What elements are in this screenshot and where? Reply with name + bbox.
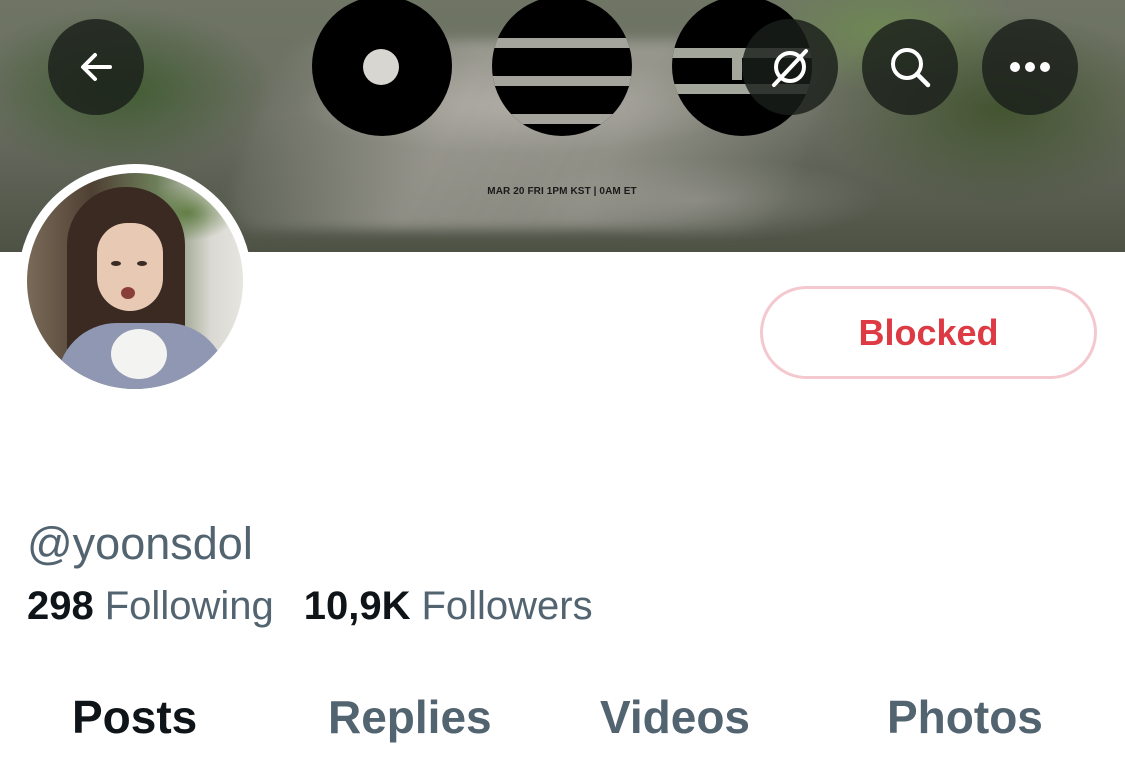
- back-button[interactable]: [48, 19, 144, 115]
- banner-logo-stripe: [732, 58, 742, 80]
- tab-posts[interactable]: Posts: [72, 690, 197, 744]
- avatar[interactable]: [18, 164, 252, 398]
- avatar-face-shape: [97, 223, 163, 311]
- more-button[interactable]: [982, 19, 1078, 115]
- tab-photos[interactable]: Photos: [887, 690, 1043, 744]
- banner-caption: MAR 20 FRI 1PM KST | 0AM ET: [487, 186, 637, 197]
- search-button[interactable]: [862, 19, 958, 115]
- avatar-eye-shape: [111, 261, 121, 266]
- following-label: Following: [104, 584, 274, 628]
- following-count: 298: [27, 584, 94, 628]
- search-icon: [891, 48, 931, 88]
- arrow-left-icon: [81, 53, 112, 81]
- followers-count: 10,9K: [303, 584, 411, 628]
- banner-logo-stripe: [492, 114, 632, 124]
- profile-stats: 298 Following 10,9K Followers: [27, 584, 593, 629]
- avatar-eye-shape: [137, 261, 147, 266]
- banner-logo-e: [492, 0, 632, 136]
- avatar-bunny-shape: [111, 329, 167, 379]
- tab-replies[interactable]: Replies: [328, 690, 492, 744]
- avatar-image: [27, 173, 243, 389]
- grok-icon: [772, 49, 808, 87]
- banner-logo-stripe: [492, 38, 632, 48]
- profile-tabs: Posts Replies Videos Photos: [0, 690, 1125, 768]
- followers-label: Followers: [421, 584, 593, 628]
- avatar-mouth-shape: [121, 287, 135, 299]
- profile-handle: @yoonsdol: [27, 518, 253, 569]
- blocked-button[interactable]: Blocked: [760, 286, 1097, 379]
- following-link[interactable]: 298 Following: [27, 584, 274, 629]
- banner-logo-stripe: [492, 76, 632, 86]
- banner-logo-o: [312, 0, 452, 136]
- followers-link[interactable]: 10,9K Followers: [304, 584, 593, 629]
- grok-button[interactable]: [742, 19, 838, 115]
- more-horizontal-icon: [1010, 62, 1050, 72]
- tab-videos[interactable]: Videos: [600, 690, 750, 744]
